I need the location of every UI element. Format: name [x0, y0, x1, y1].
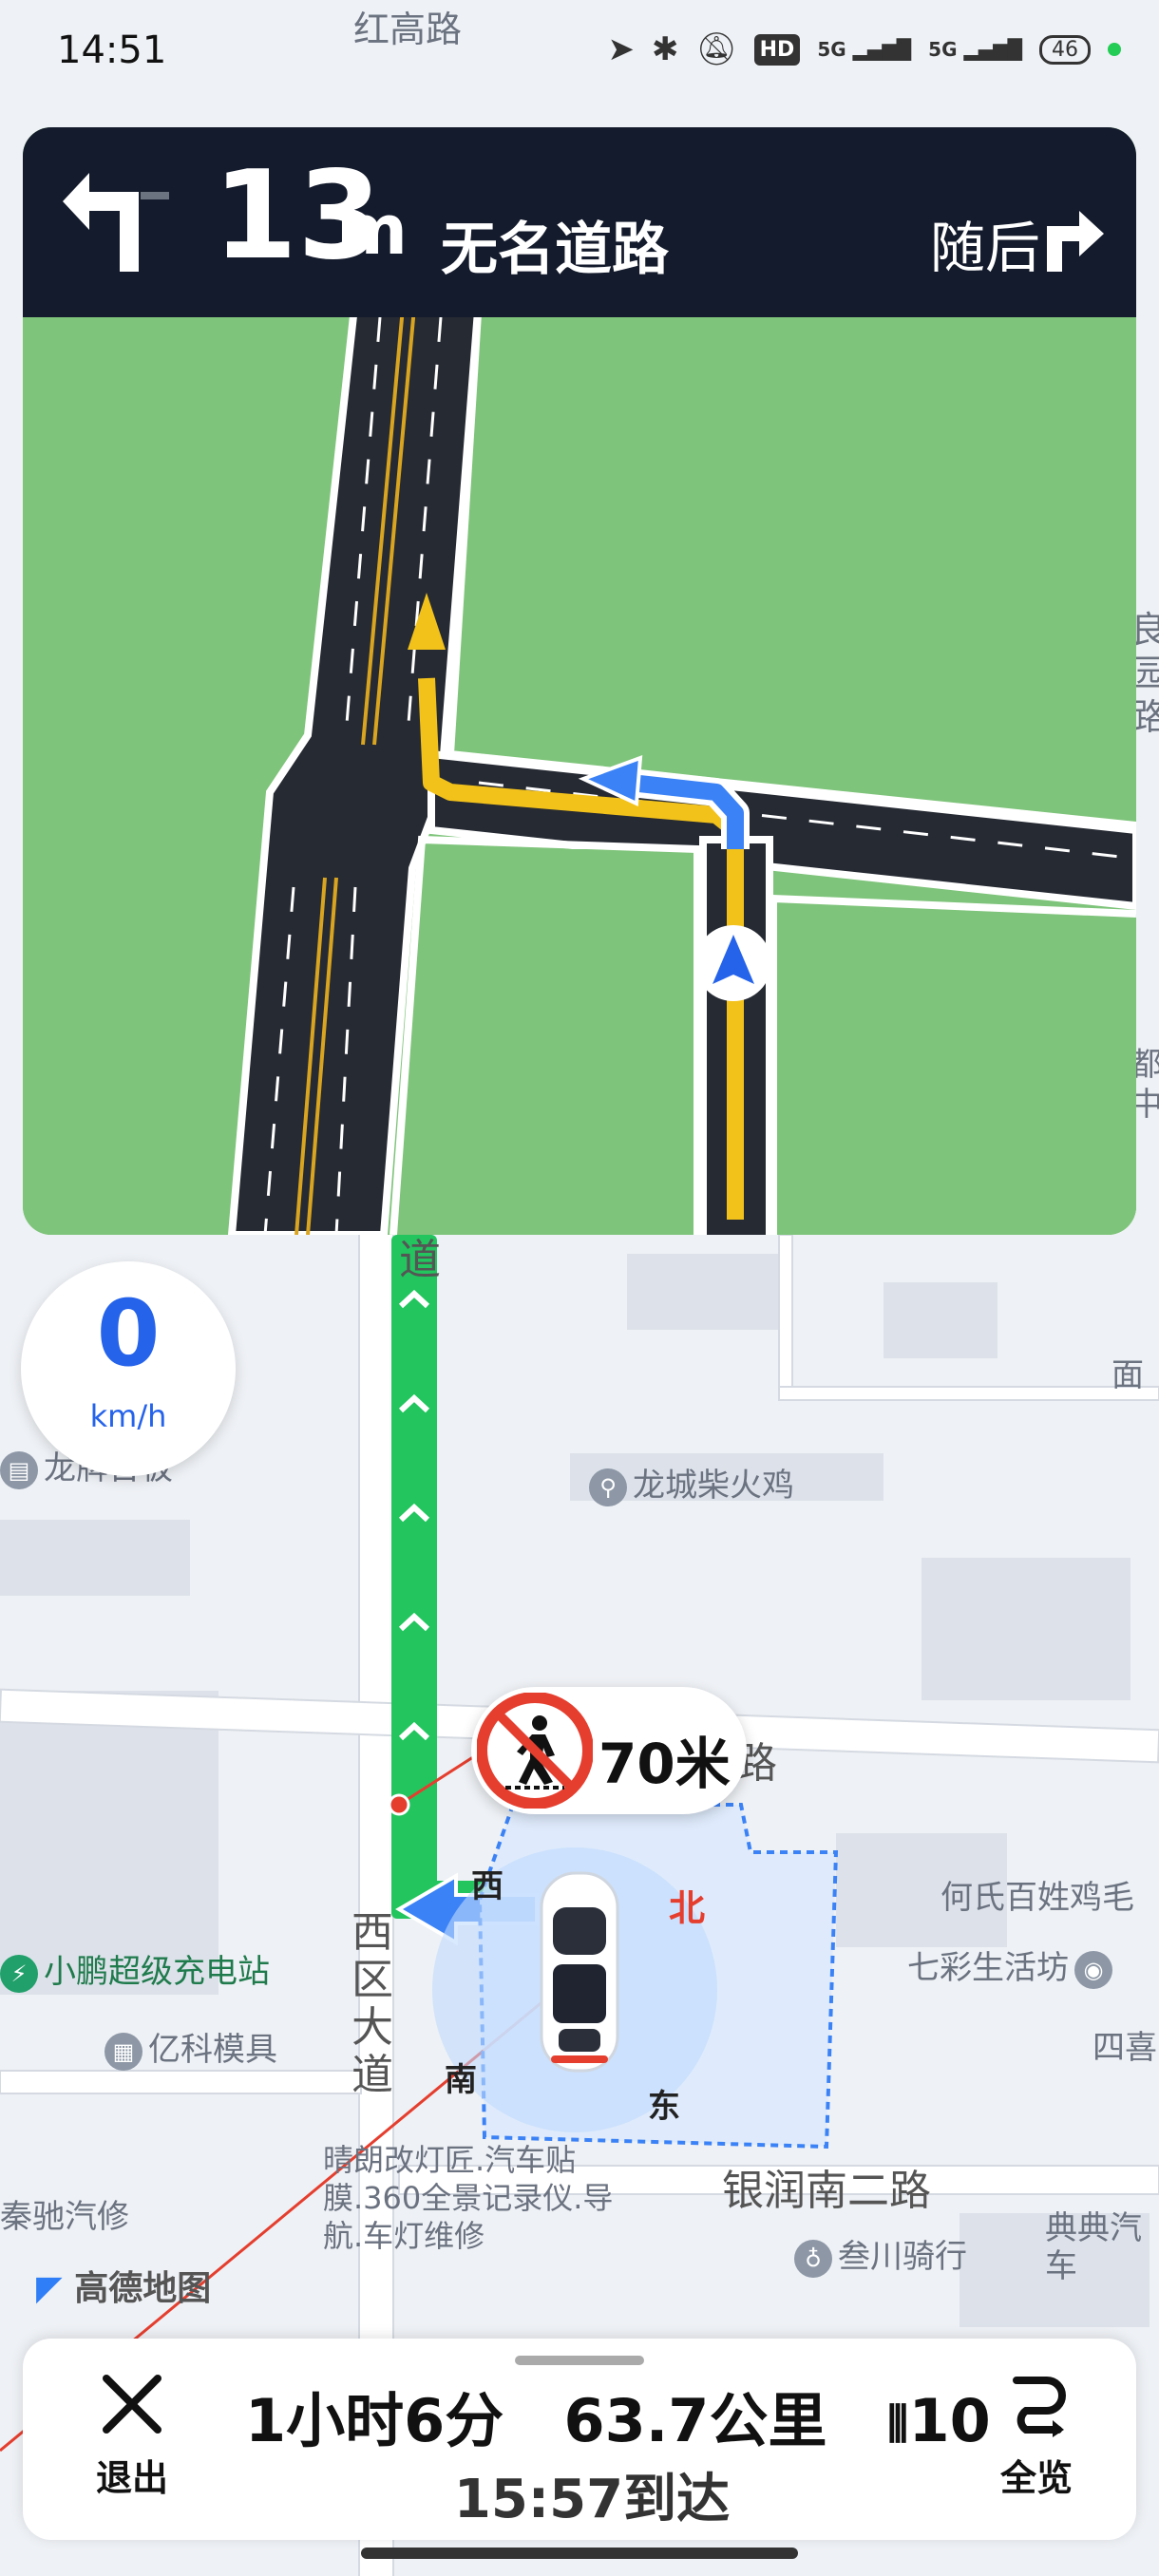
arrival-time: 15:57到达: [453, 2469, 731, 2530]
compass-east: 东: [648, 2088, 680, 2126]
trip-distance: 63.7公里: [563, 2386, 827, 2455]
hd-badge: HD: [753, 33, 801, 66]
pedestrian-alert[interactable]: 70米: [471, 1687, 747, 1814]
compass-south: 南: [445, 2061, 477, 2099]
location-icon: ➤: [607, 30, 635, 68]
battery-icon: 46: [1039, 34, 1091, 65]
status-bar: 14:51 ➤ ✱ 🔕︎ HD 5G ▂▄▆█ 5G ▂▄▆█ 46: [0, 0, 1159, 104]
trip-summary-panel[interactable]: 退出 1小时6分 63.7公里 ⦀10 15:57到达 全览: [23, 2339, 1136, 2540]
poi-sanchuan[interactable]: ♁ 叁川骑行: [794, 2230, 967, 2278]
poi-he: 何氏百姓鸡毛: [940, 1879, 1134, 1917]
compass-north: 北: [669, 1887, 706, 1929]
shop-icon: ▤: [0, 1450, 38, 1489]
trip-info: 1小时6分 63.7公里 ⦀10: [245, 2373, 991, 2458]
route-overview-icon: [1013, 2377, 1066, 2437]
charging-icon: ⚡: [0, 1954, 38, 1993]
amap-logo: ◤ 高德地图: [36, 2269, 212, 2308]
status-time: 14:51: [57, 28, 167, 72]
road-label-yinrun: 银润南二路: [722, 2167, 931, 2215]
drag-handle[interactable]: [515, 2356, 644, 2365]
poi-qinglang: 晴朗改灯匠.汽车贴膜.360全景记录仪.导航.车灯维修: [323, 2142, 614, 2254]
poi-mian: 面: [1112, 1356, 1144, 1394]
poi-qinchi: 秦驰汽修: [0, 2198, 129, 2236]
exit-button[interactable]: 退出: [61, 2371, 203, 2523]
mute-icon: 🔕︎: [695, 30, 737, 68]
speedometer: 0 km/h: [21, 1261, 236, 1476]
pedestrian-crossing-icon: [477, 1693, 593, 1809]
bicycle-icon: ♁: [794, 2239, 832, 2278]
alert-distance: 70米: [598, 1732, 731, 1796]
factory-icon: ▦: [104, 2032, 142, 2071]
exit-label: 退出: [95, 2457, 168, 2499]
poi-longcheng[interactable]: ⚲ 龙城柴火鸡: [589, 1459, 794, 1506]
bluetooth-icon: ✱: [651, 30, 679, 68]
road-label-xiqu: 西区大道: [352, 1908, 393, 2099]
close-icon: [103, 2375, 162, 2434]
speed-unit: km/h: [89, 1398, 167, 1434]
trip-time: 1小时6分: [245, 2386, 504, 2455]
next-road-name: 无名道路: [441, 217, 669, 283]
lane-guidance-card[interactable]: 13 m 无名道路 随后: [23, 127, 1136, 1235]
turn-left-icon: [63, 173, 169, 272]
poi-dianxian: 典典汽车: [1045, 2209, 1142, 2285]
turn-instruction-header: 13 m 无名道路 随后: [23, 127, 1136, 317]
shop-icon: ◉: [1074, 1950, 1112, 1989]
overview-label: 全览: [999, 2457, 1073, 2499]
signal-2: 5G ▂▄▆█: [928, 38, 1022, 61]
poi-qicai[interactable]: 七彩生活坊 ◉: [907, 1941, 1118, 1989]
privacy-dot-icon: [1108, 43, 1121, 56]
turn-right-icon: [1047, 211, 1104, 272]
poi-sijiu: 四喜: [1092, 2029, 1157, 2067]
compass-west: 西: [471, 1867, 504, 1905]
paper-plane-icon: ◤: [36, 2269, 63, 2308]
poi-xiaopeng[interactable]: ⚡ 小鹏超级充电站: [0, 1945, 270, 1993]
then-label: 随后: [930, 216, 1041, 280]
turn-distance-unit: m: [336, 190, 408, 270]
traffic-light-icon: ⦀: [886, 2396, 909, 2453]
car-position-icon: [540, 1871, 619, 2073]
signal-1: 5G ▂▄▆█: [817, 38, 912, 61]
poi-yike[interactable]: ▦ 亿科模具: [104, 2023, 277, 2071]
home-indicator[interactable]: [361, 2548, 798, 2559]
overview-button[interactable]: 全览: [965, 2371, 1108, 2523]
restaurant-icon: ⚲: [589, 1468, 627, 1506]
speed-value: 0: [96, 1280, 161, 1387]
